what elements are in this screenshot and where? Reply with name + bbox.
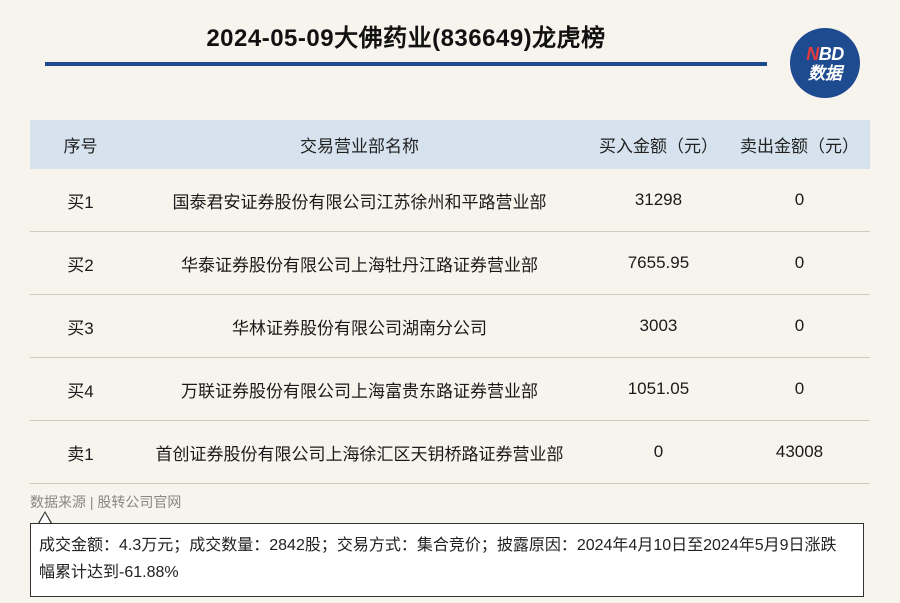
cell-buy: 0 xyxy=(587,420,729,484)
cell-buy: 1051.05 xyxy=(587,357,729,421)
note-pointer xyxy=(38,511,52,524)
cell-buy: 31298 xyxy=(587,169,729,232)
table-row: 买3 华林证券股份有限公司湖南分公司 3003 0 xyxy=(30,294,870,358)
cell-seq: 买3 xyxy=(30,294,132,358)
cell-seq: 买1 xyxy=(30,169,132,232)
table-row: 买4 万联证券股份有限公司上海富贵东路证券营业部 1051.05 0 xyxy=(30,357,870,421)
cell-buy: 7655.95 xyxy=(587,231,729,295)
header-name: 交易营业部名称 xyxy=(131,120,588,169)
cell-seq: 买2 xyxy=(30,231,132,295)
nbd-logo: NBD 数据 xyxy=(790,28,860,98)
logo-top-text: NBD xyxy=(806,43,844,64)
cell-name: 华林证券股份有限公司湖南分公司 xyxy=(131,294,588,358)
cell-sell: 0 xyxy=(729,169,870,232)
trade-summary-note: 成交金额：4.3万元；成交数量：2842股；交易方式：集合竞价；披露原因：202… xyxy=(30,523,864,597)
table-row: 买1 国泰君安证券股份有限公司江苏徐州和平路营业部 31298 0 xyxy=(30,169,870,232)
table-header-row: 序号 交易营业部名称 买入金额（元） 卖出金额（元） xyxy=(30,120,870,169)
table-row: 卖1 首创证券股份有限公司上海徐汇区天钥桥路证券营业部 0 43008 xyxy=(30,420,870,484)
cell-sell: 0 xyxy=(729,357,870,421)
cell-name: 国泰君安证券股份有限公司江苏徐州和平路营业部 xyxy=(131,169,588,232)
cell-name: 首创证券股份有限公司上海徐汇区天钥桥路证券营业部 xyxy=(131,420,588,484)
cell-seq: 买4 xyxy=(30,357,132,421)
header-buy: 买入金额（元） xyxy=(587,120,729,169)
cell-sell: 0 xyxy=(729,294,870,358)
dragon-tiger-table: 序号 交易营业部名称 买入金额（元） 卖出金额（元） 买1 国泰君安证券股份有限… xyxy=(30,120,870,484)
cell-buy: 3003 xyxy=(587,294,729,358)
logo-bottom-text: 数据 xyxy=(808,63,842,83)
cell-name: 华泰证券股份有限公司上海牡丹江路证券营业部 xyxy=(131,231,588,295)
header-seq: 序号 xyxy=(30,120,132,169)
cell-sell: 0 xyxy=(729,231,870,295)
table-row: 买2 华泰证券股份有限公司上海牡丹江路证券营业部 7655.95 0 xyxy=(30,231,870,295)
data-source: 数据来源 | 股转公司官网 xyxy=(30,494,182,510)
cell-seq: 卖1 xyxy=(30,420,132,484)
page-title: 2024-05-09大佛药业(836649)龙虎榜 xyxy=(206,25,606,52)
title-underline xyxy=(45,62,767,66)
header-sell: 卖出金额（元） xyxy=(729,120,870,169)
cell-name: 万联证券股份有限公司上海富贵东路证券营业部 xyxy=(131,357,588,421)
cell-sell: 43008 xyxy=(729,420,870,484)
